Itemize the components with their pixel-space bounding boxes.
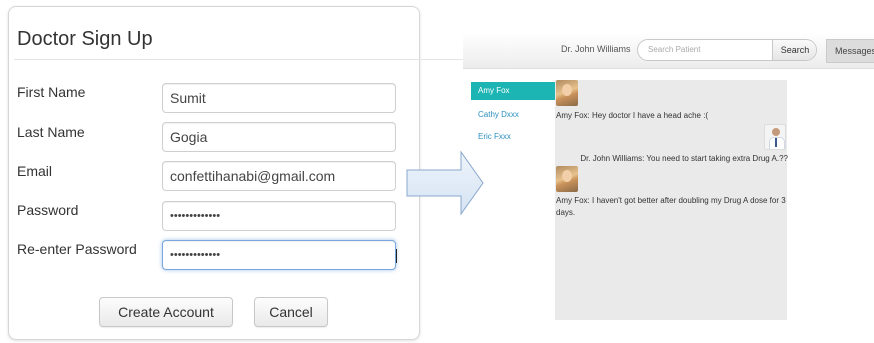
cancel-button[interactable]: Cancel: [254, 297, 328, 327]
email-input[interactable]: confettihanabi@gmail.com: [162, 161, 396, 191]
patient-search: Search Patient Search: [637, 39, 817, 61]
password-label: Password: [17, 202, 79, 218]
messages-tab[interactable]: Messages: [826, 39, 874, 63]
tie-icon: [775, 138, 777, 147]
chat-message: Amy Fox: Hey doctor I have a head ache :…: [556, 111, 709, 120]
search-button[interactable]: Search: [772, 40, 816, 60]
text-caret: [396, 249, 397, 263]
create-account-button[interactable]: Create Account: [99, 297, 233, 327]
last-name-label: Last Name: [17, 124, 85, 140]
patient-item-amy-fox[interactable]: Amy Fox: [471, 82, 555, 100]
chat-message: Amy Fox: I haven't got better after doub…: [556, 196, 786, 217]
reenter-password-input[interactable]: •••••••••••••: [162, 240, 397, 270]
right-arrow-icon: [406, 150, 484, 216]
patient-item-cathy[interactable]: Cathy Dxxx: [471, 106, 555, 124]
first-name-input[interactable]: Sumit: [162, 83, 396, 113]
patient-avatar: [556, 80, 578, 106]
reenter-password-value: •••••••••••••: [170, 249, 221, 261]
doctor-name: Dr. John Williams: [561, 44, 631, 54]
doctor-avatar: [764, 124, 786, 150]
first-name-label: First Name: [17, 84, 86, 100]
search-patient-input[interactable]: Search Patient: [638, 40, 772, 60]
signup-title: Doctor Sign Up: [17, 28, 153, 50]
reenter-password-label: Re-enter Password: [17, 241, 137, 257]
password-input[interactable]: •••••••••••••: [162, 201, 396, 231]
last-name-input[interactable]: Gogia: [162, 122, 396, 152]
patient-item-eric[interactable]: Eric Fxxx: [471, 128, 555, 146]
patient-avatar: [556, 166, 578, 192]
chat-message: Dr. John Williams: You need to start tak…: [580, 154, 788, 163]
email-label: Email: [17, 163, 53, 179]
